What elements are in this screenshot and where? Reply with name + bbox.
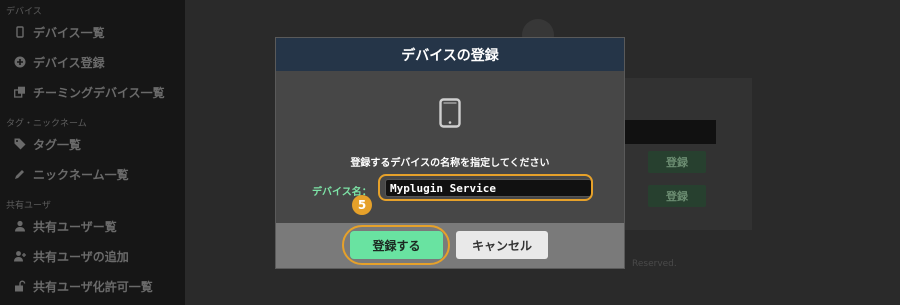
background-footer-text: Reserved. [632, 259, 677, 269]
clone-icon [14, 86, 26, 98]
sidebar-section-shared: 共有ユーザ [6, 201, 51, 211]
tags-icon [14, 138, 26, 150]
dialog-body: 登録するデバイスの名称を指定してください デバイス名： 5 [276, 71, 624, 223]
step-badge: 5 [352, 195, 372, 215]
sidebar-item-label: デバイス一覧 [33, 25, 105, 40]
unlock-icon [14, 280, 26, 292]
dialog-prompt: 登録するデバイスの名称を指定してください [350, 158, 550, 169]
device-icon [14, 26, 26, 38]
background-register-button-2: 登録 [648, 185, 706, 207]
sidebar-item-teaming-devices[interactable]: チーミングデバイス一覧 [14, 82, 165, 102]
sidebar-item-label: タグ一覧 [33, 137, 82, 152]
sidebar-item-device-list[interactable]: デバイス一覧 [14, 22, 105, 42]
sidebar-item-shared-users[interactable]: 共有ユーザー覧 [14, 216, 117, 236]
sidebar-item-nicknames[interactable]: ニックネーム一覧 [14, 164, 129, 184]
background-register-button-1: 登録 [648, 151, 706, 173]
sidebar-item-label: チーミングデバイス一覧 [33, 85, 165, 100]
register-button[interactable]: 登録する [350, 231, 443, 259]
sidebar-item-label: 共有ユーザの追加 [33, 249, 129, 264]
sidebar-item-device-register[interactable]: デバイス登録 [14, 52, 105, 72]
dialog-footer: 登録する キャンセル [276, 223, 624, 268]
input-highlight-ring [378, 174, 593, 201]
cancel-button[interactable]: キャンセル [456, 231, 548, 259]
sidebar-item-tags[interactable]: タグ一覧 [14, 134, 81, 154]
pencil-icon [14, 168, 26, 180]
dialog-header: デバイスの登録 [276, 38, 624, 71]
user-icon [14, 220, 26, 232]
plus-circle-icon [14, 56, 26, 68]
sidebar-section-tags: タグ・ニックネーム [6, 119, 87, 129]
sidebar: デバイス デバイス一覧 デバイス登録 チーミングデバイス一覧 タグ・ニックネーム… [0, 0, 185, 305]
user-plus-icon [14, 250, 26, 262]
sidebar-item-shared-permissions[interactable]: 共有ユーザ化許可一覧 [14, 276, 153, 296]
sidebar-item-label: デバイス登録 [33, 55, 105, 70]
sidebar-item-add-shared-user[interactable]: 共有ユーザの追加 [14, 246, 129, 266]
sidebar-item-label: 共有ユーザー覧 [33, 219, 117, 234]
dialog-title: デバイスの登録 [401, 47, 499, 64]
sidebar-item-label: ニックネーム一覧 [33, 167, 129, 182]
register-device-dialog: デバイスの登録 登録するデバイスの名称を指定してください デバイス名： 5 登録… [276, 38, 624, 268]
background-table-header [624, 120, 716, 144]
sidebar-item-label: 共有ユーザ化許可一覧 [33, 279, 153, 294]
sidebar-section-devices: デバイス [6, 7, 42, 17]
tablet-icon [439, 98, 461, 128]
